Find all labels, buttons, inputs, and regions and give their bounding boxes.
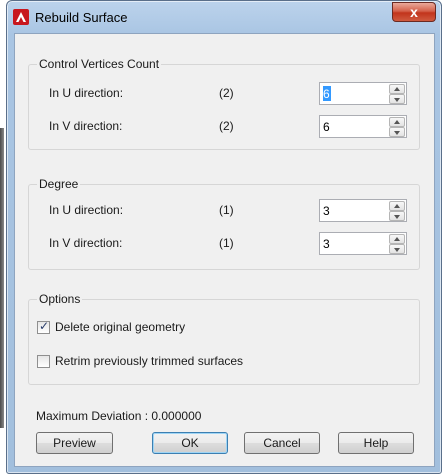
degree-group: Degree In U direction: (1) In V directio… [28,177,420,270]
cv-v-hint: (2) [219,119,234,133]
retrim-label[interactable]: Retrim previously trimmed surfaces [55,354,243,368]
max-deviation-readout: Maximum Deviation : 0.000000 [36,409,202,423]
deg-u-stepper[interactable] [319,199,407,222]
chevron-up-icon[interactable] [389,201,405,211]
rebuild-surface-dialog: Rebuild Surface x Control Vertices Count… [6,0,442,474]
deg-u-label: In U direction: [49,203,124,217]
dialog-body: Control Vertices Count In U direction: (… [14,33,435,467]
cv-v-input[interactable] [320,116,388,137]
cancel-button[interactable]: Cancel [244,432,320,454]
deg-u-row: In U direction: (1) [29,199,419,223]
close-icon: x [410,4,418,20]
deg-v-input[interactable] [320,233,388,254]
cv-u-stepper[interactable] [319,82,407,105]
deg-v-hint: (1) [219,236,234,250]
delete-original-label[interactable]: Delete original geometry [55,320,185,334]
cv-v-stepper[interactable] [319,115,407,138]
cv-u-hint: (2) [219,86,234,100]
chevron-up-icon[interactable] [389,117,405,127]
background-window-edge [0,128,4,428]
deg-v-label: In V direction: [49,236,123,250]
chevron-up-icon[interactable] [389,84,405,94]
control-vertices-legend: Control Vertices Count [37,57,162,71]
preview-button[interactable]: Preview [36,432,113,454]
cv-u-input[interactable] [320,83,388,104]
options-legend: Options [37,292,83,306]
deg-u-hint: (1) [219,203,234,217]
chevron-up-icon[interactable] [389,234,405,244]
delete-original-checkbox[interactable] [37,319,50,334]
cv-u-row: In U direction: (2) [29,82,419,106]
deg-v-row: In V direction: (1) [29,232,419,256]
deg-u-input[interactable] [320,200,388,221]
window-title: Rebuild Surface [35,10,128,25]
autocad-icon [13,9,29,25]
cv-v-row: In V direction: (2) [29,115,419,139]
help-button[interactable]: Help [338,432,414,454]
deg-v-stepper[interactable] [319,232,407,255]
chevron-down-icon[interactable] [389,244,405,254]
title-bar[interactable]: Rebuild Surface x [7,1,441,33]
ok-button[interactable]: OK [152,432,228,454]
cv-v-label: In V direction: [49,119,123,133]
degree-legend: Degree [37,177,81,191]
options-group: Options Delete original geometry Retrim … [28,292,420,385]
control-vertices-group: Control Vertices Count In U direction: (… [28,57,420,150]
chevron-down-icon[interactable] [389,211,405,221]
cv-u-label: In U direction: [49,86,124,100]
retrim-checkbox[interactable] [37,355,50,368]
close-button[interactable]: x [392,2,436,22]
chevron-down-icon[interactable] [389,127,405,137]
chevron-down-icon[interactable] [389,94,405,104]
